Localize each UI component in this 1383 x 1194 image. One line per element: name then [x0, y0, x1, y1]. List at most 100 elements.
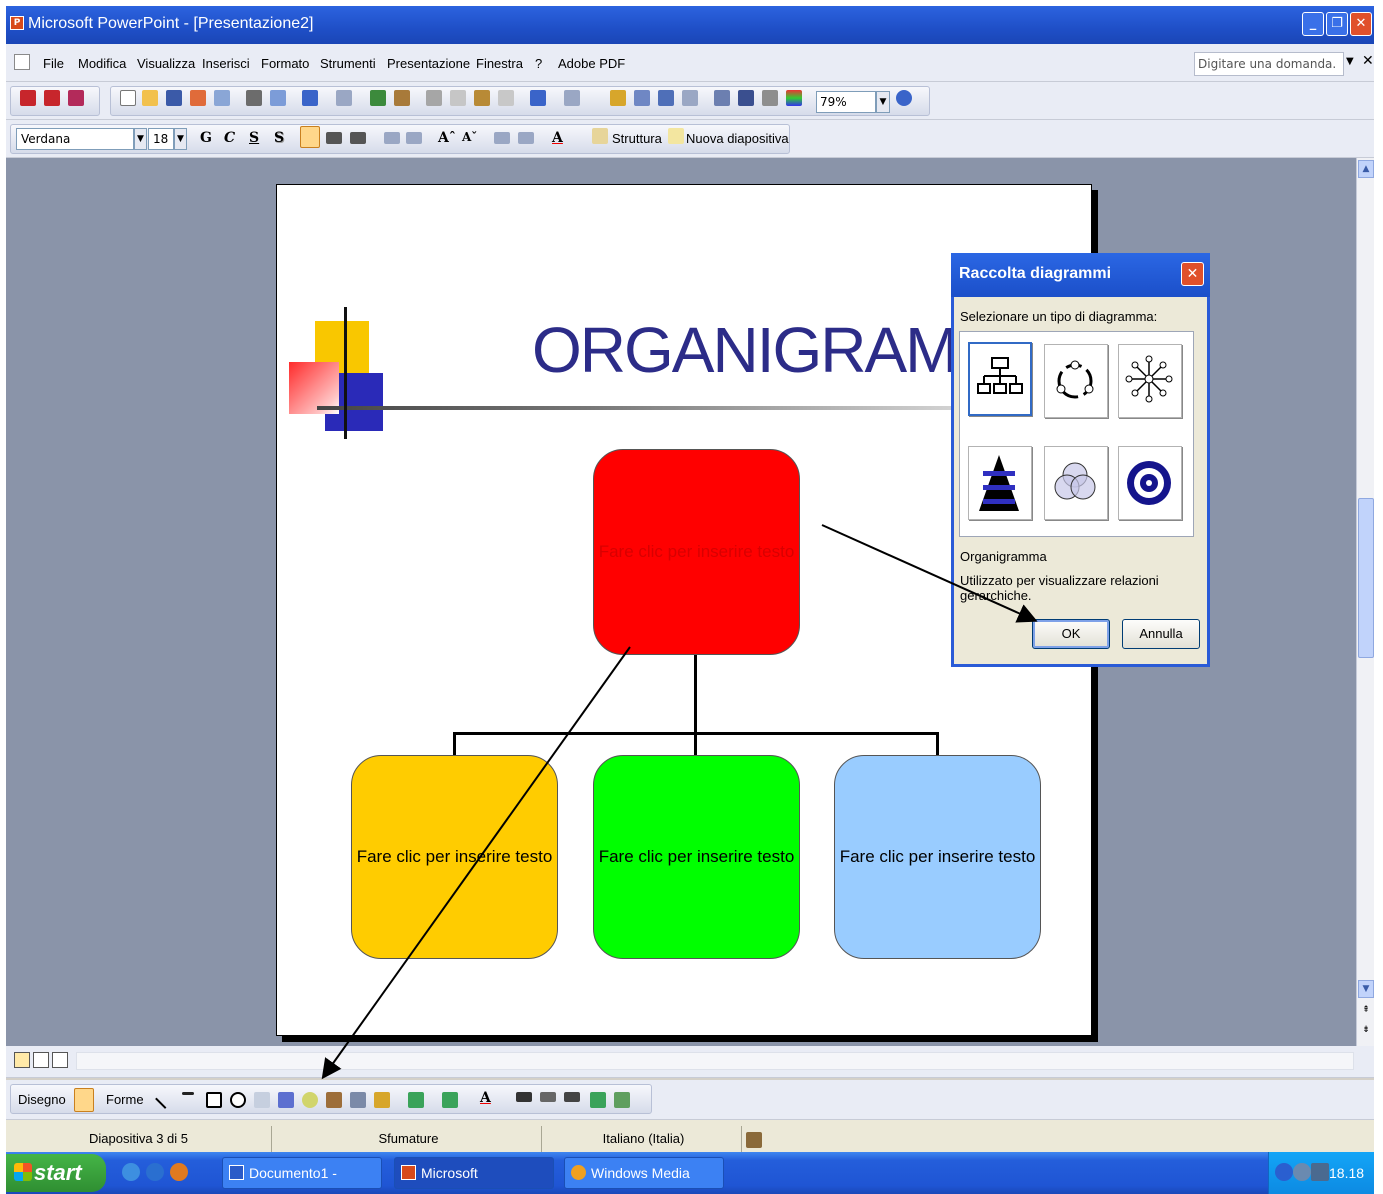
picture-icon[interactable]	[350, 1092, 366, 1108]
select-objects-icon[interactable]	[74, 1088, 94, 1112]
arrow-style-icon[interactable]	[564, 1092, 580, 1102]
slideshow-view-icon[interactable]	[52, 1052, 68, 1068]
network-icon[interactable]	[1293, 1163, 1311, 1181]
start-button[interactable]: start	[6, 1154, 106, 1192]
permission-icon[interactable]	[190, 90, 206, 106]
document-icon[interactable]	[14, 54, 30, 70]
restore-button[interactable]: ❐	[1326, 12, 1348, 36]
zoom-dropdown-icon[interactable]: ▼	[876, 91, 890, 113]
close-document-icon[interactable]: ✕	[1362, 53, 1374, 69]
menu-formato[interactable]: Formato	[261, 56, 309, 71]
decrease-indent-icon[interactable]	[494, 132, 510, 144]
spelling-status-icon[interactable]	[746, 1132, 762, 1148]
title-bar[interactable]: P Microsoft PowerPoint - [Presentazione2…	[6, 6, 1374, 44]
insert-table-icon[interactable]	[634, 90, 650, 106]
redo2-icon[interactable]	[564, 90, 580, 106]
org-node-right[interactable]: Fare clic per inserire testo	[834, 755, 1041, 959]
insert-chart-icon[interactable]	[610, 90, 626, 106]
dash-style-icon[interactable]	[540, 1092, 556, 1102]
org-node-middle[interactable]: Fare clic per inserire testo	[593, 755, 800, 959]
menu-visualizza[interactable]: Visualizza	[137, 56, 195, 71]
spelling-icon[interactable]	[370, 90, 386, 106]
task-word[interactable]: Documento1 - Micros...	[222, 1157, 382, 1189]
zoom-select[interactable]: 79%	[816, 91, 876, 113]
align-right-icon[interactable]	[350, 132, 366, 144]
font-dropdown-icon[interactable]: ▼	[134, 128, 147, 150]
arrow-icon[interactable]	[182, 1092, 194, 1095]
design-icon[interactable]	[592, 128, 608, 144]
task-media-player[interactable]: Windows Media Player	[564, 1157, 724, 1189]
numbering-icon[interactable]	[384, 132, 400, 144]
new-slide-icon[interactable]	[668, 128, 684, 144]
undo-icon[interactable]	[302, 90, 318, 106]
copy-icon[interactable]	[450, 90, 466, 106]
insert-diagram-icon[interactable]	[302, 1092, 318, 1108]
decrease-font-icon[interactable]: Aˇ	[462, 130, 477, 144]
show-formatting-icon[interactable]	[738, 90, 754, 106]
menu-presentazione[interactable]: Presentazione	[387, 56, 470, 71]
shadow-button[interactable]: S	[274, 130, 284, 146]
print-icon[interactable]	[246, 90, 262, 106]
ask-question-input[interactable]: Digitare una domanda.	[1194, 52, 1344, 76]
hyperlink-icon[interactable]	[682, 90, 698, 106]
chart-icon[interactable]	[374, 1092, 390, 1108]
clipart-icon[interactable]	[326, 1092, 342, 1108]
3d-style-icon[interactable]	[614, 1092, 630, 1108]
underline-button[interactable]: S	[249, 130, 259, 146]
new-icon[interactable]	[120, 90, 136, 106]
font-color-draw-icon[interactable]: A	[480, 1090, 491, 1106]
bullets-icon[interactable]	[406, 132, 422, 144]
new-slide-button[interactable]: Nuova diapositiva	[686, 131, 789, 146]
powerpoint-app-icon[interactable]: P	[10, 16, 24, 30]
horizontal-scrollbar[interactable]	[76, 1052, 1354, 1070]
next-slide-icon[interactable]: ⇟	[1358, 1022, 1374, 1040]
target-tile[interactable]	[1118, 446, 1182, 520]
expand-all-icon[interactable]	[714, 90, 730, 106]
color-grayscale-icon[interactable]	[786, 90, 802, 106]
pyramid-tile[interactable]	[968, 446, 1032, 520]
menu-adobe-pdf[interactable]: Adobe PDF	[558, 56, 625, 71]
menu-inserisci[interactable]: Inserisci	[202, 56, 250, 71]
design-button[interactable]: Struttura	[612, 131, 662, 146]
font-color-icon[interactable]: A	[552, 130, 563, 146]
show-grid-icon[interactable]	[762, 90, 778, 106]
research-icon[interactable]	[394, 90, 410, 106]
shadow-style-icon[interactable]	[590, 1092, 606, 1108]
email-icon[interactable]	[214, 90, 230, 106]
scroll-up-icon[interactable]: ▲	[1358, 160, 1374, 178]
pdf-convert-icon[interactable]	[20, 90, 36, 106]
font-size-select[interactable]: 18	[148, 128, 174, 150]
font-name-select[interactable]: Verdana	[16, 128, 134, 150]
previous-slide-icon[interactable]: ⇞	[1358, 1002, 1374, 1020]
open-icon[interactable]	[142, 90, 158, 106]
task-powerpoint[interactable]: Microsoft PowerPoint ...	[394, 1157, 554, 1189]
cycle-tile[interactable]	[1044, 344, 1108, 418]
align-left-icon[interactable]	[300, 126, 320, 148]
radial-tile[interactable]	[1118, 344, 1182, 418]
menu-modifica[interactable]: Modifica	[78, 56, 126, 71]
autoshapes-button[interactable]: Forme	[106, 1092, 144, 1107]
org-node-top[interactable]: Fare clic per inserire testo	[593, 449, 800, 655]
cut-icon[interactable]	[426, 90, 442, 106]
menu-file[interactable]: File	[43, 56, 64, 71]
menu-finestra[interactable]: Finestra	[476, 56, 523, 71]
normal-view-icon[interactable]	[14, 1052, 30, 1068]
print-preview-icon[interactable]	[270, 90, 286, 106]
help-icon[interactable]	[896, 90, 912, 106]
org-chart-tile[interactable]	[968, 342, 1032, 416]
tray-expand-icon[interactable]	[1275, 1163, 1293, 1181]
ok-button[interactable]: OK	[1032, 619, 1110, 649]
slide-title[interactable]: ORGANIGRAMMA	[532, 313, 1050, 387]
draw-menu-button[interactable]: Disegno	[18, 1092, 66, 1107]
close-button[interactable]: ✕	[1350, 12, 1372, 36]
bold-button[interactable]: G	[200, 130, 212, 146]
undo2-icon[interactable]	[530, 90, 546, 106]
cancel-button[interactable]: Annulla	[1122, 619, 1200, 649]
font-size-dropdown-icon[interactable]: ▼	[174, 128, 187, 150]
fill-color-icon[interactable]	[408, 1092, 424, 1108]
increase-indent-icon[interactable]	[518, 132, 534, 144]
increase-font-icon[interactable]: Aˆ	[438, 130, 456, 146]
ie-icon[interactable]	[122, 1163, 140, 1181]
line-color-icon[interactable]	[442, 1092, 458, 1108]
format-painter-icon[interactable]	[498, 90, 514, 106]
